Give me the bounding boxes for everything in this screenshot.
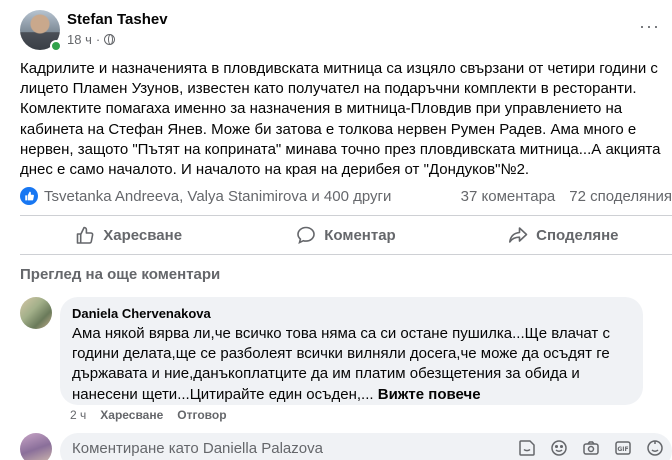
comment-button[interactable]: Коментар	[237, 218, 454, 252]
comment-time[interactable]: 2 ч	[70, 408, 86, 422]
comments-count[interactable]: 37 коментара	[461, 188, 556, 205]
see-more-link[interactable]: Вижте повече	[378, 386, 481, 403]
share-button[interactable]: Споделяне	[455, 218, 672, 252]
post-author[interactable]: Stefan Tashev	[67, 11, 168, 28]
comment-composer: GIF	[60, 433, 672, 460]
share-button-label: Споделяне	[536, 226, 619, 244]
my-avatar[interactable]	[20, 433, 52, 460]
sticker-pack-icon[interactable]	[646, 439, 664, 457]
meta-separator: ·	[95, 32, 101, 47]
divider	[20, 215, 672, 216]
post-body: Кадрилите и назначенията в пловдивската …	[20, 60, 661, 179]
post-meta: 18 ч ·	[67, 32, 116, 47]
shares-count[interactable]: 72 споделяния	[569, 188, 672, 205]
gif-icon[interactable]: GIF	[614, 439, 632, 457]
post-actions: Харесване Коментар Споделяне	[20, 218, 672, 252]
comment-icon	[297, 226, 316, 244]
comment-like-button[interactable]: Харесване	[100, 408, 163, 422]
svg-text:GIF: GIF	[617, 446, 628, 453]
composer-tools: GIF	[518, 439, 664, 457]
comment-reply-button[interactable]: Отговор	[177, 408, 226, 422]
online-status-icon	[50, 40, 62, 52]
reactors-text[interactable]: Tsvetanka Andreeva, Valya Stanimirova и …	[44, 188, 391, 205]
comment-bubble: Daniela Chervenakova Ама някой вярва ли,…	[60, 297, 643, 405]
post-header: Stefan Tashev 18 ч · ···	[20, 10, 660, 52]
view-more-comments[interactable]: Преглед на още коментари	[20, 266, 220, 283]
post-stats: Tsvetanka Andreeva, Valya Stanimirova и …	[20, 187, 672, 207]
share-icon	[509, 227, 528, 243]
more-icon[interactable]: ···	[639, 16, 660, 37]
divider	[20, 254, 672, 255]
sticker-icon[interactable]	[518, 439, 536, 457]
comment-actions: 2 ч Харесване Отговор	[70, 408, 227, 422]
comment-button-label: Коментар	[324, 226, 396, 244]
comment-input[interactable]	[72, 433, 532, 460]
globe-icon[interactable]	[104, 34, 116, 45]
emoji-icon[interactable]	[550, 439, 568, 457]
like-button[interactable]: Харесване	[20, 218, 237, 252]
like-reaction-icon[interactable]	[20, 187, 38, 205]
comment-body: Ама някой вярва ли,че всичко това няма с…	[72, 325, 610, 403]
commenter-avatar[interactable]	[20, 297, 52, 329]
like-button-label: Харесване	[103, 226, 183, 244]
post-time[interactable]: 18 ч	[67, 32, 92, 47]
comment-author[interactable]: Daniela Chervenakova	[72, 305, 631, 322]
camera-icon[interactable]	[582, 439, 600, 457]
comment-text: Ама някой вярва ли,че всичко това няма с…	[72, 324, 631, 405]
like-icon	[76, 226, 94, 244]
